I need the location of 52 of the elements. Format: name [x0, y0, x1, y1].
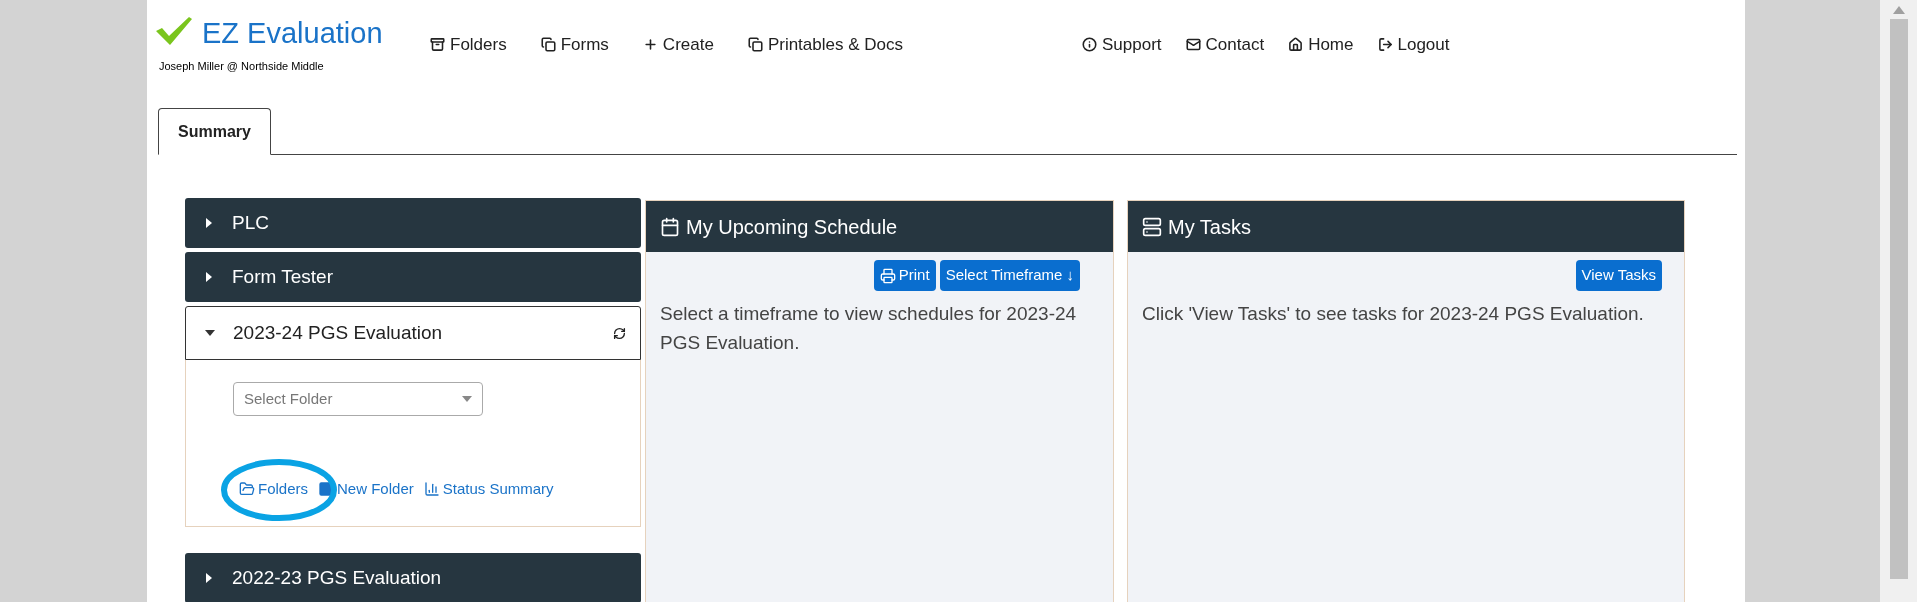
home-icon	[1288, 37, 1304, 53]
panel-title: My Tasks	[1168, 214, 1251, 240]
copy-icon	[540, 37, 556, 53]
dropdown-caret-icon	[462, 396, 472, 402]
panel-link[interactable]: Status Summary	[423, 478, 554, 501]
action-button[interactable]: View Tasks	[1575, 260, 1662, 291]
checkmark-logo-icon	[156, 16, 192, 45]
action-button[interactable]: Select Timeframe ↓	[939, 260, 1080, 291]
nav-link[interactable]: Logout	[1377, 32, 1450, 58]
panel-link[interactable]: New Folder	[318, 478, 414, 501]
list-icon	[1142, 216, 1162, 237]
action-button[interactable]: Print	[873, 260, 936, 291]
info-icon	[1082, 37, 1097, 53]
scrollbar-thumb[interactable]	[1889, 19, 1908, 579]
nav-link[interactable]: Create	[642, 32, 714, 58]
accordion-header[interactable]: Form Tester	[185, 252, 641, 302]
caret-down-icon	[204, 330, 215, 336]
accordion-title: 2023-24 PGS Evaluation	[233, 320, 443, 345]
nav-link[interactable]: Folders	[430, 32, 507, 58]
bar-chart-icon	[423, 481, 440, 498]
caret-right-icon	[205, 573, 212, 583]
accordion-title: PLC	[232, 210, 269, 235]
archive-icon	[430, 37, 445, 53]
panel-title: My Upcoming Schedule	[686, 214, 898, 240]
nav-link[interactable]: Contact	[1185, 32, 1265, 58]
refresh-icon	[613, 326, 626, 340]
nav-link[interactable]: Printables & Docs	[747, 32, 903, 58]
scrollbar[interactable]	[1880, 0, 1917, 602]
nav-link[interactable]: Forms	[540, 32, 609, 58]
app-title: EZ Evaluation	[202, 16, 383, 51]
panel-message: Select a timeframe to view schedules for 2023-24 PGS Evaluation.	[659, 302, 1078, 355]
accordion-title: 2022-23 PGS Evaluation	[232, 565, 442, 590]
plus-icon	[642, 37, 658, 53]
accordion-header[interactable]: 2023-24 PGS Evaluation	[185, 306, 641, 360]
accordion-title: Form Tester	[232, 264, 333, 289]
panel-message: Click 'View Tasks' to see tasks for 2023-24 PGS Evaluation.	[1141, 302, 1645, 326]
logout-icon	[1377, 37, 1393, 53]
calendar-icon	[660, 216, 680, 237]
user-school: Joseph Miller @ Northside Middle	[159, 58, 325, 74]
tab[interactable]: Summary	[158, 108, 271, 155]
accordion-header[interactable]: PLC	[185, 198, 641, 248]
caret-right-icon	[205, 272, 212, 282]
envelope-icon	[1185, 37, 1201, 53]
caret-right-icon	[205, 218, 212, 228]
copy-icon	[747, 37, 763, 53]
accordion-header[interactable]: 2022-23 PGS Evaluation	[185, 553, 641, 602]
folder-icon	[239, 481, 255, 498]
folder-select[interactable]: Select Folder	[233, 382, 483, 416]
nav-link[interactable]: Home	[1288, 32, 1354, 58]
scroll-up-icon[interactable]	[1892, 6, 1905, 14]
printer-icon	[879, 267, 896, 284]
nav-link[interactable]: Support	[1082, 32, 1162, 58]
